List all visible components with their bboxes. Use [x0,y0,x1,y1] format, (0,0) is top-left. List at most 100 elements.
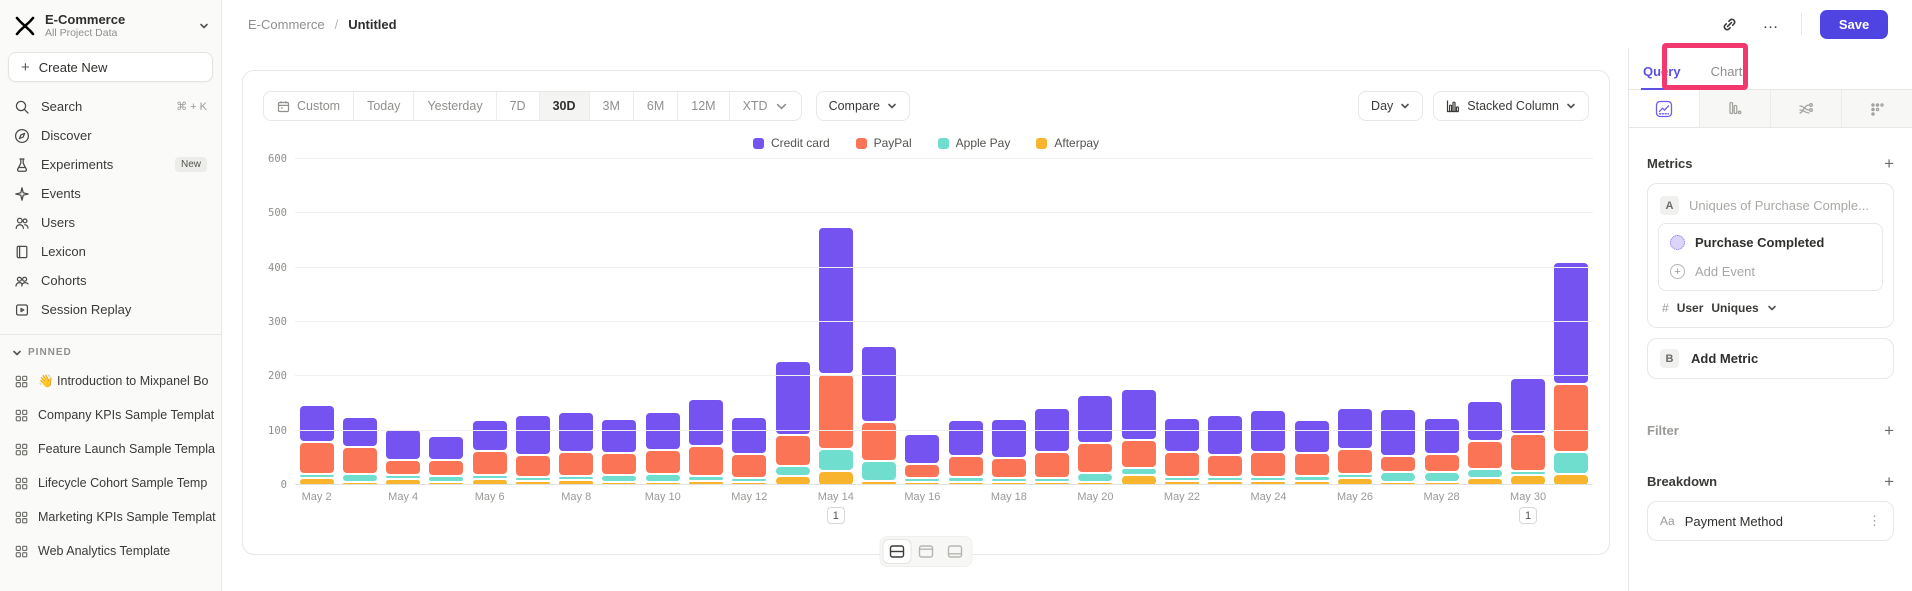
bar-segment-credit-card[interactable] [819,228,853,373]
bar-segment-paypal[interactable] [1468,442,1502,468]
tab-insights-report[interactable] [1629,90,1700,127]
bar-segment-apple-pay[interactable] [689,477,723,479]
bar-segment-credit-card[interactable] [732,418,766,453]
bar-segment-credit-card[interactable] [343,418,377,446]
add-filter-button[interactable]: + [1884,424,1894,438]
bar-segment-credit-card[interactable] [1554,263,1588,383]
bar-segment-paypal[interactable] [343,448,377,473]
bar-segment-credit-card[interactable] [386,430,420,458]
bar-segment-credit-card[interactable] [992,420,1026,457]
bar-may-15[interactable] [857,159,900,485]
bar-segment-paypal[interactable] [992,459,1026,477]
share-link-button[interactable] [1717,12,1741,36]
bar-segment-apple-pay[interactable] [992,479,1026,481]
bar-may-26[interactable] [1333,159,1376,485]
bar-may-27[interactable] [1377,159,1420,485]
tab-funnels-report[interactable] [1700,90,1771,127]
legend-item-apple-pay[interactable]: Apple Pay [938,135,1011,151]
pinned-board-item[interactable]: Web Analytics Template [0,534,221,568]
bar-segment-credit-card[interactable] [300,406,334,441]
bar-may-29[interactable] [1463,159,1506,485]
annotation-badge[interactable]: 1 [1519,507,1537,524]
bar-segment-apple-pay[interactable] [1295,477,1329,479]
bar-may-2[interactable] [295,159,338,485]
bar-may-23[interactable] [1204,159,1247,485]
bar-segment-apple-pay[interactable] [646,475,680,481]
compare-button[interactable]: Compare [816,91,910,121]
bar-segment-apple-pay[interactable] [819,450,853,470]
add-event-row[interactable]: + Add Event [1661,257,1880,286]
bar-may-14[interactable] [814,159,857,485]
legend-item-credit-card[interactable]: Credit card [753,135,830,151]
bar-segment-credit-card[interactable] [1122,390,1156,440]
bar-may-28[interactable] [1420,159,1463,485]
bar-segment-credit-card[interactable] [1165,419,1199,451]
bar-segment-paypal[interactable] [1381,457,1415,471]
bar-segment-paypal[interactable] [1554,385,1588,451]
bar-segment-paypal[interactable] [559,453,593,475]
bar-segment-apple-pay[interactable] [1251,478,1285,480]
layout-split-button[interactable] [884,540,911,563]
bar-segment-paypal[interactable] [516,456,550,476]
bar-segment-apple-pay[interactable] [1554,453,1588,472]
date-range-custom[interactable]: Custom [264,92,354,120]
bar-segment-paypal[interactable] [905,465,939,477]
bar-segment-credit-card[interactable] [1295,421,1329,452]
bar-may-3[interactable] [338,159,381,485]
bar-segment-paypal[interactable] [949,457,983,476]
bar-segment-paypal[interactable] [1122,441,1156,467]
metric-b-add-card[interactable]: B Add Metric [1647,338,1894,379]
bar-segment-apple-pay[interactable] [1165,478,1199,480]
aggregation-selector[interactable]: # User Uniques [1658,291,1883,317]
bar-may-5[interactable] [425,159,468,485]
bar-segment-paypal[interactable] [1338,450,1372,472]
bar-segment-apple-pay[interactable] [516,478,550,480]
bar-segment-paypal[interactable] [1035,453,1069,477]
add-metric-plus-button[interactable]: + [1884,157,1894,171]
bar-may-8[interactable] [555,159,598,485]
bar-segment-paypal[interactable] [819,375,853,448]
date-range-3m[interactable]: 3M [590,92,634,120]
bar-may-17[interactable] [944,159,987,485]
bar-segment-apple-pay[interactable] [1381,473,1415,481]
bar-may-4[interactable] [382,159,425,485]
sidebar-item-users[interactable]: Users [0,208,221,237]
bar-may-16[interactable] [901,159,944,485]
breakdown-item[interactable]: Aa Payment Method ⋮ [1647,501,1894,541]
bar-segment-credit-card[interactable] [646,413,680,449]
bar-segment-apple-pay[interactable] [732,479,766,481]
bar-segment-apple-pay[interactable] [300,475,334,477]
sidebar-item-lexicon[interactable]: Lexicon [0,237,221,266]
bar-segment-credit-card[interactable] [1425,419,1459,453]
legend-item-afterpay[interactable]: Afterpay [1036,135,1099,151]
bar-segment-paypal[interactable] [1511,435,1545,469]
layout-bottom-button[interactable] [942,540,969,563]
bar-may-21[interactable] [1117,159,1160,485]
bar-segment-apple-pay[interactable] [1078,474,1112,481]
bar-segment-apple-pay[interactable] [949,478,983,480]
annotation-badge[interactable]: 1 [827,507,845,524]
bar-may-10[interactable] [641,159,684,485]
bar-segment-apple-pay[interactable] [905,479,939,481]
bar-may-30[interactable] [1506,159,1549,485]
bar-may-19[interactable] [1031,159,1074,485]
tab-retention-report[interactable] [1842,90,1912,127]
sidebar-item-cohorts[interactable]: Cohorts [0,266,221,295]
bar-segment-paypal[interactable] [646,451,680,473]
bar-segment-credit-card[interactable] [1208,416,1242,454]
bar-segment-paypal[interactable] [602,454,636,474]
bar-segment-credit-card[interactable] [473,421,507,450]
bar-segment-apple-pay[interactable] [1122,469,1156,474]
save-button[interactable]: Save [1820,10,1888,39]
bar-segment-apple-pay[interactable] [343,475,377,481]
bar-segment-apple-pay[interactable] [1338,475,1372,477]
date-range-yesterday[interactable]: Yesterday [414,92,496,120]
bar-segment-credit-card[interactable] [429,437,463,459]
bar-segment-credit-card[interactable] [1078,396,1112,443]
bar-may-13[interactable] [771,159,814,485]
bar-segment-paypal[interactable] [1251,453,1285,477]
bar-segment-credit-card[interactable] [862,347,896,421]
bar-segment-paypal[interactable] [1078,444,1112,472]
pinned-board-item[interactable]: 👋 Introduction to Mixpanel Bo [0,364,221,398]
date-range-6m[interactable]: 6M [634,92,678,120]
